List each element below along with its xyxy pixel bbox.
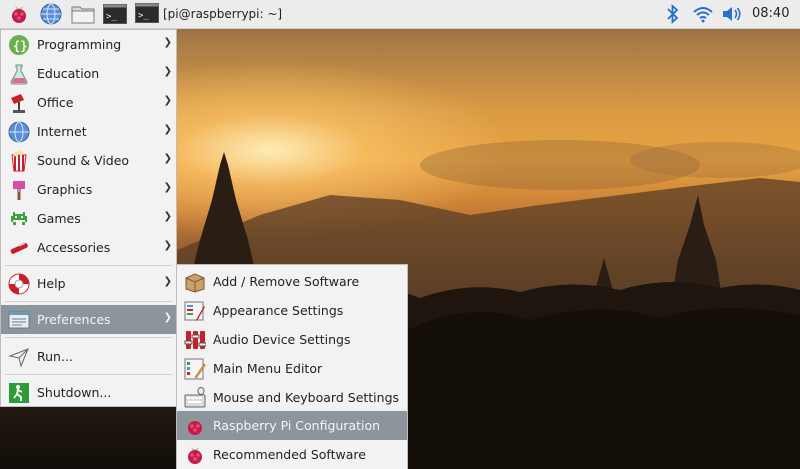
package-icon	[183, 270, 207, 294]
preferences-submenu: Add / Remove Software Appearance Setting…	[176, 264, 408, 469]
menu-item-help[interactable]: Help ❯	[1, 269, 176, 298]
svg-text:>_: >_	[138, 11, 149, 21]
games-icon	[7, 207, 31, 231]
accessories-icon	[7, 236, 31, 260]
file-manager-icon[interactable]	[70, 2, 96, 26]
terminal-icon: >_	[135, 2, 159, 26]
chevron-right-icon: ❯	[163, 66, 172, 77]
menu-separator	[5, 265, 172, 266]
menu-item-education[interactable]: Education ❯	[1, 59, 176, 88]
submenu-item-raspberry-pi-configuration[interactable]: Raspberry Pi Configuration	[177, 411, 407, 440]
help-icon	[7, 272, 31, 296]
menu-separator	[5, 374, 172, 375]
main-menu: {} Programming ❯ Education ❯ Office ❯ In…	[0, 29, 177, 407]
chevron-right-icon: ❯	[163, 276, 172, 287]
menu-item-run[interactable]: Run...	[1, 342, 176, 371]
menu-item-games[interactable]: Games ❯	[1, 204, 176, 233]
chevron-right-icon: ❯	[163, 37, 172, 48]
chevron-right-icon: ❯	[163, 124, 172, 135]
chevron-right-icon: ❯	[163, 312, 172, 323]
menu-separator	[5, 337, 172, 338]
preferences-icon	[7, 308, 31, 332]
appearance-icon	[183, 299, 207, 323]
sound-video-icon	[7, 149, 31, 173]
menu-item-preferences[interactable]: Preferences ❯	[1, 305, 176, 334]
menu-editor-icon	[183, 357, 207, 381]
audio-settings-icon	[183, 328, 207, 352]
education-icon	[7, 62, 31, 86]
shutdown-icon	[7, 381, 31, 405]
chevron-right-icon: ❯	[163, 95, 172, 106]
svg-text:>_: >_	[106, 12, 117, 22]
recommended-software-icon	[183, 443, 207, 467]
menu-separator	[5, 301, 172, 302]
internet-icon	[7, 120, 31, 144]
submenu-item-add-remove-software[interactable]: Add / Remove Software	[177, 267, 407, 296]
clock[interactable]: 08:40	[752, 6, 789, 21]
run-icon	[7, 345, 31, 369]
chevron-right-icon: ❯	[163, 240, 172, 251]
menu-item-programming[interactable]: {} Programming ❯	[1, 30, 176, 59]
volume-icon[interactable]	[720, 2, 744, 26]
menu-item-internet[interactable]: Internet ❯	[1, 117, 176, 146]
svg-text:{}: {}	[13, 39, 27, 53]
menu-item-accessories[interactable]: Accessories ❯	[1, 233, 176, 262]
submenu-item-recommended-software[interactable]: Recommended Software	[177, 440, 407, 469]
terminal-icon[interactable]: >_	[102, 2, 128, 26]
task-title: [pi@raspberrypi: ~]	[163, 7, 283, 21]
submenu-item-mouse-keyboard-settings[interactable]: Mouse and Keyboard Settings	[177, 383, 407, 412]
wifi-icon[interactable]	[690, 2, 716, 26]
bluetooth-icon[interactable]	[662, 2, 684, 26]
taskbar-task-terminal[interactable]: >_ [pi@raspberrypi: ~]	[135, 2, 285, 26]
menu-item-shutdown[interactable]: Shutdown...	[1, 378, 176, 407]
submenu-item-audio-device-settings[interactable]: Audio Device Settings	[177, 325, 407, 354]
raspberry-config-icon	[183, 414, 207, 438]
menu-item-graphics[interactable]: Graphics ❯	[1, 175, 176, 204]
menu-item-office[interactable]: Office ❯	[1, 88, 176, 117]
menu-item-sound-video[interactable]: Sound & Video ❯	[1, 146, 176, 175]
chevron-right-icon: ❯	[163, 211, 172, 222]
programming-icon: {}	[7, 33, 31, 57]
submenu-item-main-menu-editor[interactable]: Main Menu Editor	[177, 354, 407, 383]
submenu-item-appearance-settings[interactable]: Appearance Settings	[177, 296, 407, 325]
web-browser-icon[interactable]	[38, 2, 64, 26]
mouse-keyboard-icon	[183, 386, 207, 410]
raspberry-logo-icon[interactable]	[6, 2, 32, 26]
graphics-icon	[7, 178, 31, 202]
chevron-right-icon: ❯	[163, 153, 172, 164]
chevron-right-icon: ❯	[163, 182, 172, 193]
taskbar: >_ >_ [pi@raspberrypi: ~] 08:40	[0, 0, 800, 29]
office-icon	[7, 91, 31, 115]
